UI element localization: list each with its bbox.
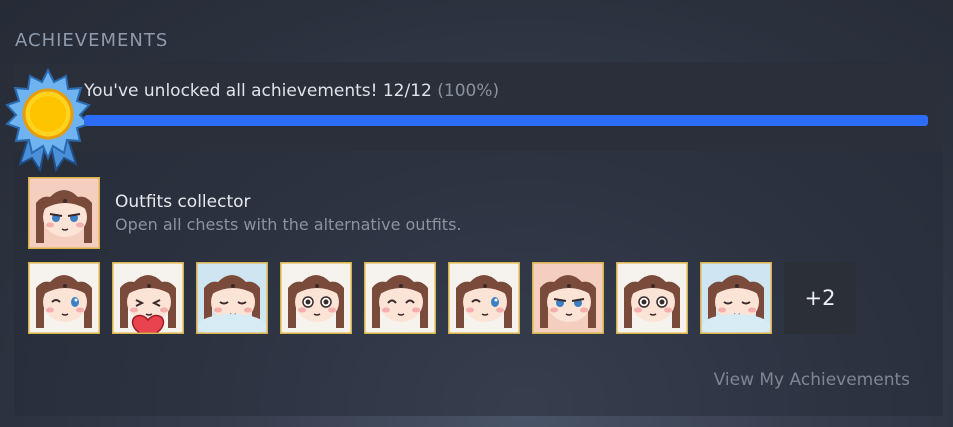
featured-achievement-description: Open all chests with the alternative out… (115, 215, 462, 234)
achievement-icon-tearful[interactable] (280, 262, 352, 334)
view-my-achievements-link[interactable]: View My Achievements (714, 370, 910, 390)
achievement-icon-smug[interactable] (532, 262, 604, 334)
unlock-percent: (100%) (437, 81, 500, 101)
achievement-icon-happy[interactable] (364, 262, 436, 334)
achievement-icon-wink-2[interactable] (448, 262, 520, 334)
featured-achievement-name: Outfits collector (115, 192, 251, 212)
outfits-collector-icon[interactable] (28, 177, 100, 249)
section-title: ACHIEVEMENTS (15, 30, 169, 51)
achievement-icon-wink[interactable] (28, 262, 100, 334)
progress-bar (84, 115, 928, 126)
progress-box (14, 63, 943, 151)
unlock-count-text: You've unlocked all achievements! 12/12 (84, 81, 432, 101)
unlock-message: You've unlocked all achievements! 12/12 … (84, 81, 499, 101)
achievement-icon-tearful-2[interactable] (616, 262, 688, 334)
achievement-icon-heart-blush[interactable] (112, 262, 184, 341)
ribbon-medal-icon (5, 67, 91, 172)
more-achievements-button[interactable]: +2 (784, 262, 856, 334)
achievement-icon-pillow-2[interactable] (700, 262, 772, 338)
achievement-icon-pillow-sleepy[interactable] (196, 262, 268, 338)
progress-bar-fill (84, 115, 928, 126)
